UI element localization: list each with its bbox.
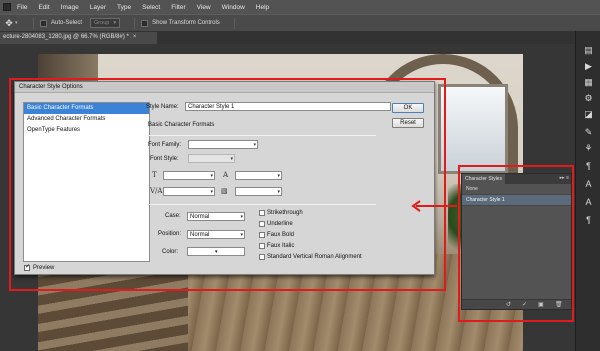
document-tab-title: ecture-2804083_1280.jpg @ 66.7% (RGB/8#)… xyxy=(3,34,129,40)
menu-help[interactable]: Help xyxy=(256,4,269,11)
menu-type[interactable]: Type xyxy=(117,4,131,11)
type-tool-icon[interactable]: A xyxy=(583,197,594,208)
tool-preset-dropdown-icon[interactable]: ▾ xyxy=(15,20,21,26)
close-tab-icon[interactable]: × xyxy=(133,34,137,40)
menu-select[interactable]: Select xyxy=(142,4,160,11)
auto-select-dropdown-value: Group xyxy=(94,20,110,26)
paragraph-styles-icon[interactable]: ¶ xyxy=(583,215,594,226)
chevron-down-icon: ▾ xyxy=(113,20,117,26)
menu-view[interactable]: View xyxy=(197,4,211,11)
styles-icon[interactable]: ◪ xyxy=(583,109,594,120)
character-icon[interactable]: A xyxy=(583,179,594,190)
options-divider xyxy=(33,17,34,29)
adjustments-icon[interactable]: ⚙ xyxy=(583,93,594,104)
options-divider xyxy=(134,17,136,29)
highlight-box-dialog xyxy=(9,78,446,291)
menu-filter[interactable]: Filter xyxy=(171,4,185,11)
swatches-icon[interactable]: ▦ xyxy=(583,77,594,88)
auto-select-label: Auto-Select xyxy=(51,20,83,26)
brush-icon[interactable]: ✎ xyxy=(583,127,594,138)
options-divider xyxy=(233,17,235,29)
menu-image[interactable]: Image xyxy=(61,4,79,11)
document-tab[interactable]: ecture-2804083_1280.jpg @ 66.7% (RGB/8#)… xyxy=(0,32,157,44)
menu-edit[interactable]: Edit xyxy=(38,4,49,11)
menu-bar: File Edit Image Layer Type Select Filter… xyxy=(0,0,600,14)
paragraph-icon[interactable]: ¶ xyxy=(583,161,594,172)
show-transform-label: Show Transform Controls xyxy=(152,20,220,26)
menu-window[interactable]: Window xyxy=(222,4,245,11)
document-tab-bar: ecture-2804083_1280.jpg @ 66.7% (RGB/8#)… xyxy=(0,31,575,44)
auto-select-checkbox[interactable] xyxy=(40,19,47,27)
menu-layer[interactable]: Layer xyxy=(90,4,106,11)
highlight-box-panel xyxy=(458,165,574,322)
red-arrow-icon xyxy=(411,200,457,212)
show-transform-checkbox[interactable] xyxy=(141,19,149,27)
move-tool-icon[interactable]: ✥ xyxy=(3,18,15,29)
play-actions-icon[interactable]: ▶ xyxy=(583,61,594,72)
clone-source-icon[interactable]: ⚘ xyxy=(583,143,594,154)
photo-window xyxy=(438,84,508,174)
auto-select-dropdown[interactable]: Group ▾ xyxy=(90,18,121,28)
history-icon[interactable]: ▤ xyxy=(583,45,594,56)
photoshop-logo-icon[interactable] xyxy=(3,3,11,11)
menu-file[interactable]: File xyxy=(17,4,27,11)
options-bar: ✥ ▾ Auto-Select Group ▾ Show Transform Co… xyxy=(0,14,600,31)
right-panel-dock: ▤ ▶ ▦ ⚙ ◪ ✎ ⚘ ¶ A A ¶ xyxy=(575,31,600,351)
